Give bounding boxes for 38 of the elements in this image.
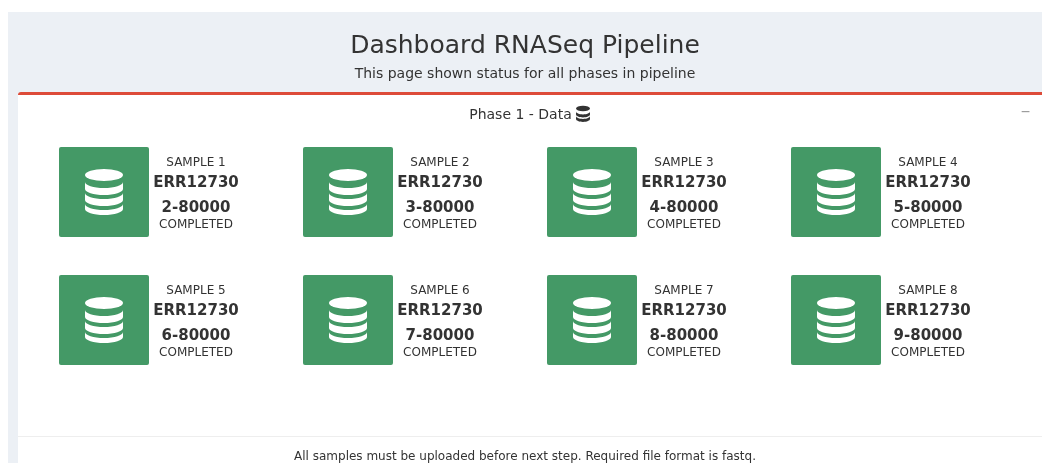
sample-status: COMPLETED [403,217,477,231]
sample-label: SAMPLE 3 [654,155,714,169]
sample-status: COMPLETED [159,217,233,231]
database-icon [574,105,591,123]
database-icon [816,297,856,343]
sample-id: ERR127306-80000 [152,300,240,346]
database-icon [84,297,124,343]
sample-label: SAMPLE 7 [654,283,714,297]
database-icon [572,169,612,215]
page-title: Dashboard RNASeq Pipeline [349,30,701,59]
database-icon [84,169,124,215]
sample-status: COMPLETED [891,345,965,359]
sample-label: SAMPLE 2 [410,155,470,169]
phase-title: Phase 1 - Data [469,106,572,122]
sample-label: SAMPLE 5 [166,283,226,297]
page-subtitle: This page shown status for all phases in pipeline [353,65,697,81]
sample-status: COMPLETED [159,345,233,359]
sample-status: COMPLETED [647,345,721,359]
sample-status: COMPLETED [647,217,721,231]
sample-id: ERR127303-80000 [396,172,484,218]
sample-id: ERR127308-80000 [640,300,728,346]
database-icon [328,297,368,343]
sample-id: ERR127307-80000 [396,300,484,346]
sample-label: SAMPLE 1 [166,155,226,169]
sample-label: SAMPLE 4 [898,155,958,169]
sample-label: SAMPLE 6 [410,283,470,297]
sample-status: COMPLETED [403,345,477,359]
footer-note: All samples must be uploaded before next step. Required file format is fastq. [294,449,756,463]
sample-id: ERR127309-80000 [884,300,972,346]
sample-label: SAMPLE 8 [898,283,958,297]
database-icon [572,297,612,343]
database-icon [328,169,368,215]
sample-id: ERR127302-80000 [152,172,240,218]
database-icon [816,169,856,215]
sample-id: ERR127305-80000 [884,172,972,218]
sample-id: ERR127304-80000 [640,172,728,218]
sample-status: COMPLETED [891,217,965,231]
collapse-button[interactable]: − [1014,101,1036,123]
